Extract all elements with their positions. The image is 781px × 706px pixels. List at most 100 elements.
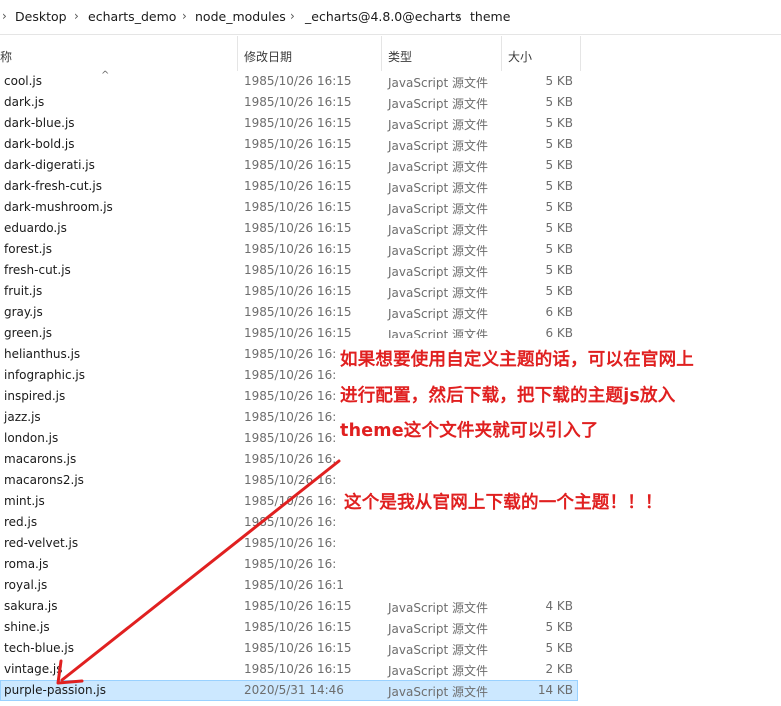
file-date: 1985/10/26 16:1: [244, 389, 344, 403]
file-type: JavaScript 源文件: [388, 244, 488, 258]
file-row[interactable]: royal.js 1985/10/26 16:1: [0, 575, 781, 596]
breadcrumb: › Desktop › echarts_demo › node_modules …: [0, 0, 781, 35]
file-name: fresh-cut.js: [4, 263, 71, 277]
breadcrumb-item-node-modules[interactable]: node_modules: [195, 9, 286, 24]
breadcrumb-item-desktop[interactable]: Desktop: [15, 9, 67, 24]
file-type: JavaScript 源文件: [388, 265, 488, 279]
file-date: 1985/10/26 16:15: [244, 620, 352, 634]
column-divider[interactable]: [237, 36, 238, 71]
file-date: 1985/10/26 16:15: [244, 137, 352, 151]
file-size: 5 KB: [545, 620, 573, 634]
file-row[interactable]: vintage.js 1985/10/26 16:15 JavaScript 源文件…: [0, 659, 781, 680]
file-row[interactable]: dark-blue.js 1985/10/26 16:15 JavaScript 源…: [0, 113, 781, 134]
file-type: JavaScript 源文件: [388, 181, 488, 195]
file-name: dark-blue.js: [4, 116, 75, 130]
file-date: 1985/10/26 16:1: [244, 557, 344, 571]
file-date: 1985/10/26 16:1: [244, 578, 344, 592]
file-row[interactable]: gray.js 1985/10/26 16:15 JavaScript 源文件 6 K…: [0, 302, 781, 323]
file-row[interactable]: dark-digerati.js 1985/10/26 16:15 JavaScri…: [0, 155, 781, 176]
file-name: dark-mushroom.js: [4, 200, 113, 214]
file-row[interactable]: fruit.js 1985/10/26 16:15 JavaScript 源文件 5 …: [0, 281, 781, 302]
file-row[interactable]: dark-mushroom.js 1985/10/26 16:15 JavaScri…: [0, 197, 781, 218]
file-date: 1985/10/26 16:15: [244, 158, 352, 172]
file-size: 14 KB: [537, 683, 573, 697]
file-date: 1985/10/26 16:15: [244, 116, 352, 130]
column-header-size[interactable]: 大小: [508, 48, 532, 65]
column-divider[interactable]: [381, 36, 382, 71]
file-type: JavaScript 源文件: [388, 160, 488, 174]
file-row[interactable]: sakura.js 1985/10/26 16:15 JavaScript 源文件 4…: [0, 596, 781, 617]
file-type: JavaScript 源文件: [388, 664, 488, 678]
file-name: shine.js: [4, 620, 50, 634]
file-date: 1985/10/26 16:15: [244, 284, 352, 298]
file-name: red.js: [4, 515, 38, 529]
breadcrumb-separator: ›: [290, 9, 295, 23]
file-size: 5 KB: [545, 137, 573, 151]
breadcrumb-separator: ›: [2, 9, 7, 23]
file-type: JavaScript 源文件: [388, 307, 488, 321]
file-size: 5 KB: [545, 641, 573, 655]
file-name: dark.js: [4, 95, 45, 109]
file-size: 4 KB: [545, 599, 573, 613]
file-row[interactable]: fresh-cut.js 1985/10/26 16:15 JavaScript 源…: [0, 260, 781, 281]
breadcrumb-item-theme[interactable]: theme: [470, 9, 510, 24]
breadcrumb-item-echarts-demo[interactable]: echarts_demo: [88, 9, 176, 24]
file-type: JavaScript 源文件: [388, 97, 488, 111]
column-header-name[interactable]: 称: [0, 48, 12, 65]
file-row[interactable]: shine.js 1985/10/26 16:15 JavaScript 源文件 5 …: [0, 617, 781, 638]
file-date: 2020/5/31 14:46: [244, 683, 344, 697]
file-name: helianthus.js: [4, 347, 81, 361]
file-size: 5 KB: [545, 95, 573, 109]
annotation-text: theme这个文件夹就可以引入了: [340, 421, 599, 441]
file-type: JavaScript 源文件: [388, 643, 488, 657]
column-divider[interactable]: [501, 36, 502, 71]
file-type: JavaScript 源文件: [388, 601, 488, 615]
file-row[interactable]: eduardo.js 1985/10/26 16:15 JavaScript 源文件…: [0, 218, 781, 239]
file-name: jazz.js: [4, 410, 41, 424]
file-name: infographic.js: [4, 368, 85, 382]
file-name: red-velvet.js: [4, 536, 79, 550]
file-name: vintage.js: [4, 662, 63, 676]
file-size: 5 KB: [545, 221, 573, 235]
file-date: 1985/10/26 16:15: [244, 242, 352, 256]
file-name: fruit.js: [4, 284, 43, 298]
column-divider[interactable]: [580, 36, 581, 71]
file-date: 1985/10/26 16:1: [244, 473, 344, 487]
file-name: cool.js: [4, 74, 43, 88]
file-date: 1985/10/26 16:1: [244, 536, 344, 550]
file-size: 5 KB: [545, 158, 573, 172]
column-header-row: ^ 称 修改日期 类型 大小: [0, 35, 781, 81]
file-name: macarons.js: [4, 452, 77, 466]
file-size: 5 KB: [545, 242, 573, 256]
column-header-type[interactable]: 类型: [388, 48, 412, 65]
file-row[interactable]: dark.js 1985/10/26 16:15 JavaScript 源文件 5 K…: [0, 92, 781, 113]
file-name: london.js: [4, 431, 59, 445]
file-type: JavaScript 源文件: [388, 223, 488, 237]
file-name: purple-passion.js: [4, 683, 106, 697]
breadcrumb-separator: ›: [182, 9, 187, 23]
file-size: 2 KB: [545, 662, 573, 676]
file-row[interactable]: purple-passion.js 2020/5/31 14:46 JavaScri…: [0, 680, 781, 701]
file-row[interactable]: dark-bold.js 1985/10/26 16:15 JavaScript 源…: [0, 134, 781, 155]
file-date: 1985/10/26 16:1: [244, 452, 344, 466]
annotation-text: 如果想要使用自定义主题的话，可以在官网上: [340, 350, 694, 370]
file-type: JavaScript 源文件: [388, 622, 488, 636]
file-name: royal.js: [4, 578, 48, 592]
file-row[interactable]: cool.js 1985/10/26 16:15 JavaScript 源文件 5 K…: [0, 71, 781, 92]
file-row[interactable]: dark-fresh-cut.js 1985/10/26 16:15 JavaScr…: [0, 176, 781, 197]
file-type: JavaScript 源文件: [388, 118, 488, 132]
file-size: 6 KB: [545, 305, 573, 319]
file-date: 1985/10/26 16:1: [244, 347, 344, 361]
file-row[interactable]: forest.js 1985/10/26 16:15 JavaScript 源文件 5…: [0, 239, 781, 260]
file-row[interactable]: tech-blue.js 1985/10/26 16:15 JavaScript 源…: [0, 638, 781, 659]
file-type: JavaScript 源文件: [388, 139, 488, 153]
file-type: JavaScript 源文件: [388, 202, 488, 216]
file-name: tech-blue.js: [4, 641, 74, 655]
file-type: JavaScript 源文件: [388, 286, 488, 300]
column-header-date[interactable]: 修改日期: [244, 48, 292, 65]
file-name: macarons2.js: [4, 473, 84, 487]
file-name: mint.js: [4, 494, 45, 508]
file-size: 5 KB: [545, 179, 573, 193]
file-date: 1985/10/26 16:15: [244, 662, 352, 676]
breadcrumb-item-echarts-package[interactable]: _echarts@4.8.0@echarts: [305, 9, 461, 24]
